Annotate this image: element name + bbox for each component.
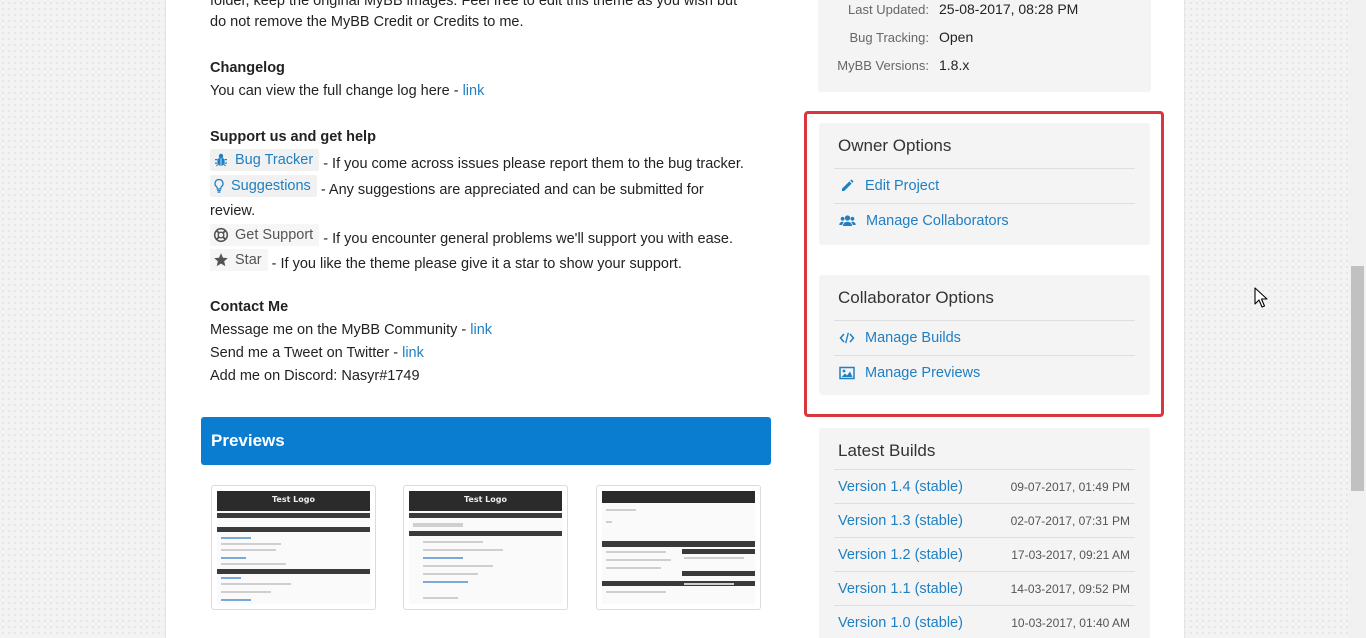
star-line: Star - If you like the theme please give… <box>210 249 682 274</box>
preview-thumbnail-3[interactable] <box>596 485 761 610</box>
last-updated-value: 25-08-2017, 08:28 PM <box>939 1 1079 17</box>
thumbnail-logo-text: Test Logo <box>271 495 316 504</box>
bug-tracker-line: Bug Tracker - If you come across issues … <box>210 149 744 174</box>
last-updated-label: Last Updated: <box>848 2 929 17</box>
suggestions-label: Suggestions <box>231 178 311 194</box>
get-support-label: Get Support <box>235 227 314 243</box>
changelog-line: You can view the full change log here - … <box>210 81 484 101</box>
get-support-text: - If you encounter general problems we'l… <box>319 231 734 247</box>
project-info-box: Last Updated: 25-08-2017, 08:28 PM Bug T… <box>818 0 1151 92</box>
get-support-line: Get Support - If you encounter general p… <box>210 224 733 249</box>
build-date: 14-03-2017, 09:52 PM <box>1010 581 1130 596</box>
build-row: Version 1.0 (stable) 10-03-2017, 01:40 A… <box>834 605 1135 638</box>
star-text: - If you like the theme please give it a… <box>267 256 682 272</box>
bug-tracker-button[interactable]: Bug Tracker <box>210 149 320 171</box>
changelog-text: You can view the full change log here - <box>210 83 463 99</box>
preview-thumbnail-2[interactable]: Test Logo <box>403 485 568 610</box>
lightbulb-icon <box>213 178 225 194</box>
contact-twitter-text: Send me a Tweet on Twitter - <box>210 345 403 361</box>
intro-text-line2: do not remove the MyBB Credit or Credits… <box>210 14 524 30</box>
build-version-link[interactable]: Version 1.4 (stable) <box>838 479 963 495</box>
changelog-heading: Changelog <box>210 60 285 76</box>
build-row: Version 1.1 (stable) 14-03-2017, 09:52 P… <box>834 571 1135 605</box>
bug-icon <box>213 152 229 168</box>
preview-image-2: Test Logo <box>409 491 562 604</box>
build-version-link[interactable]: Version 1.1 (stable) <box>838 581 963 597</box>
preview-thumbnail-1[interactable]: Test Logo <box>211 485 376 610</box>
contact-twitter-link[interactable]: link <box>402 345 424 361</box>
latest-builds-panel: Latest Builds Version 1.4 (stable) 09-07… <box>819 428 1150 638</box>
get-support-button[interactable]: Get Support <box>210 224 320 246</box>
suggestions-text: - Any suggestions are appreciated and ca… <box>316 182 704 198</box>
star-icon <box>213 252 229 268</box>
star-button[interactable]: Star <box>210 249 268 271</box>
bug-tracking-row: Bug Tracking: Open <box>818 29 1151 49</box>
contact-heading: Contact Me <box>210 299 289 315</box>
bug-tracking-value: Open <box>939 29 974 45</box>
build-date: 02-07-2017, 07:31 PM <box>1010 513 1130 528</box>
bug-tracking-label: Bug Tracking: <box>849 30 930 45</box>
build-date: 09-07-2017, 01:49 PM <box>1010 479 1130 494</box>
contact-mybb-line: Message me on the MyBB Community - link <box>210 320 492 340</box>
preview-image-3 <box>602 491 755 604</box>
build-date: 17-03-2017, 09:21 AM <box>1011 547 1130 562</box>
star-label: Star <box>235 252 262 268</box>
bug-tracker-text: - If you come across issues please repor… <box>319 156 744 172</box>
mybb-versions-value: 1.8.x <box>939 57 970 73</box>
support-heading: Support us and get help <box>210 129 376 145</box>
suggestions-button[interactable]: Suggestions <box>210 175 317 197</box>
build-version-link[interactable]: Version 1.0 (stable) <box>838 615 963 631</box>
lifebuoy-icon <box>213 227 229 243</box>
contact-discord-line: Add me on Discord: Nasyr#1749 <box>210 368 420 384</box>
build-row: Version 1.2 (stable) 17-03-2017, 09:21 A… <box>834 537 1135 571</box>
suggestions-line: Suggestions - Any suggestions are apprec… <box>210 175 704 200</box>
build-version-link[interactable]: Version 1.3 (stable) <box>838 513 963 529</box>
intro-text-line1: folder, keep the original MyBB images. F… <box>210 0 738 9</box>
build-version-link[interactable]: Version 1.2 (stable) <box>838 547 963 563</box>
previews-heading: Previews <box>201 417 771 465</box>
mybb-versions-row: MyBB Versions: 1.8.x <box>818 57 1151 77</box>
page-container: folder, keep the original MyBB images. F… <box>165 0 1185 638</box>
build-row: Version 1.4 (stable) 09-07-2017, 01:49 P… <box>834 469 1135 503</box>
last-updated-row: Last Updated: 25-08-2017, 08:28 PM <box>818 1 1151 21</box>
contact-mybb-link[interactable]: link <box>470 322 492 338</box>
contact-twitter-line: Send me a Tweet on Twitter - link <box>210 343 424 363</box>
scrollbar-thumb[interactable] <box>1351 266 1364 491</box>
highlight-annotation-box <box>804 111 1164 417</box>
suggestions-text-line2: review. <box>210 203 256 219</box>
thumbnail-logo-text: Test Logo <box>463 495 508 504</box>
latest-builds-title: Latest Builds <box>838 441 936 460</box>
mouse-cursor-icon <box>1254 287 1268 312</box>
changelog-link[interactable]: link <box>463 83 485 99</box>
build-row: Version 1.3 (stable) 02-07-2017, 07:31 P… <box>834 503 1135 537</box>
preview-image-1: Test Logo <box>217 491 370 604</box>
contact-mybb-text: Message me on the MyBB Community - <box>210 322 471 338</box>
mybb-versions-label: MyBB Versions: <box>837 58 929 73</box>
page-scrollbar[interactable] <box>1349 0 1366 638</box>
build-date: 10-03-2017, 01:40 AM <box>1011 615 1130 630</box>
bug-tracker-label: Bug Tracker <box>235 152 314 168</box>
